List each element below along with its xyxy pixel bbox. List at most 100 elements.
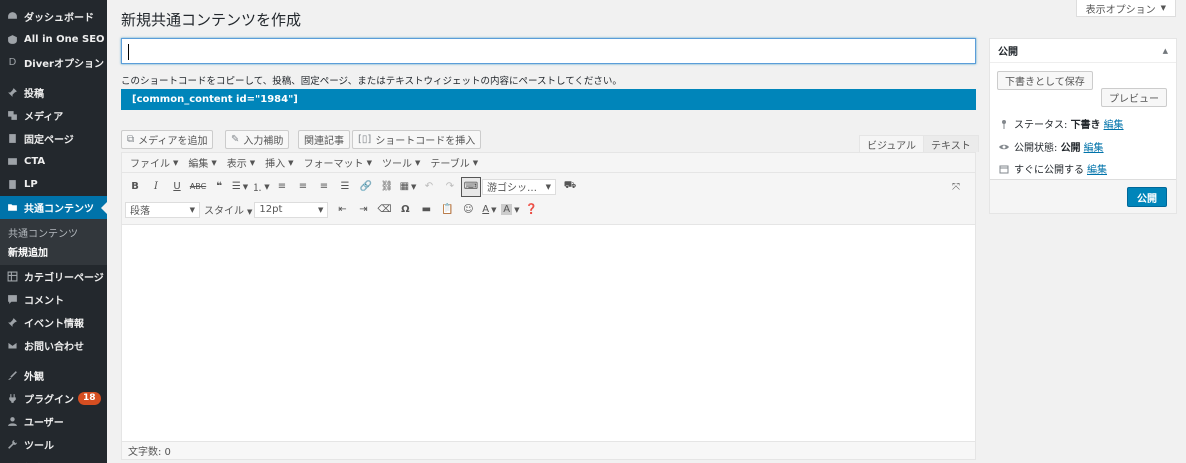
sidebar-item-label: カテゴリーページ xyxy=(24,273,104,284)
font-family-select[interactable]: 游ゴシッ… ▼ xyxy=(482,178,556,195)
bullet-list-icon[interactable]: ☰ ▼ xyxy=(230,177,250,197)
justify-icon[interactable]: ☰ xyxy=(335,177,355,197)
help-icon[interactable]: ❓ xyxy=(521,200,541,220)
undo-icon[interactable]: ↶ xyxy=(419,177,439,197)
shortcode-value[interactable]: [common_content id="1984"] xyxy=(121,89,976,110)
align-right-icon[interactable]: ≡ xyxy=(314,177,334,197)
publish-box-header[interactable]: 公開 ▲ xyxy=(990,39,1176,63)
input-assist-label: 入力補助 xyxy=(243,136,284,147)
visibility-label: 公開状態: xyxy=(1014,143,1058,154)
input-assist-button[interactable]: ✎ 入力補助 xyxy=(225,130,290,149)
menu-file[interactable]: ファイル ▼ xyxy=(125,155,183,171)
indent-icon[interactable]: ⇥ xyxy=(353,200,373,220)
font-size-select[interactable]: 12pt ▼ xyxy=(254,201,329,218)
schedule-row: すぐに公開する 編集 xyxy=(998,161,1107,176)
tab-text[interactable]: テキスト xyxy=(923,135,979,152)
sidebar-item-label: LP xyxy=(24,179,38,190)
strikethrough-icon[interactable]: ABC xyxy=(188,177,208,197)
underline-icon[interactable]: U xyxy=(167,177,187,197)
outdent-icon[interactable]: ⇤ xyxy=(332,200,352,220)
title-input[interactable] xyxy=(121,38,976,64)
sidebar-item-posts[interactable]: 投稿 xyxy=(0,81,107,104)
style-select[interactable]: スタイル ▼ xyxy=(204,202,252,217)
blockquote-icon[interactable]: ❝ xyxy=(209,177,229,197)
sidebar-item-tools[interactable]: ツール xyxy=(0,433,107,456)
paste-text-icon[interactable]: 📋 xyxy=(437,200,457,220)
caret-down-icon: ▼ xyxy=(414,158,421,167)
sidebar-item-label: CTA xyxy=(24,156,46,167)
content-editor: ファイル ▼ 編集 ▼ 表示 ▼ 挿入 ▼ フォーマット ▼ ツール ▼ テーブル ▼ B I… xyxy=(121,152,976,460)
sidebar-item-lp[interactable]: LP xyxy=(0,173,107,196)
sidebar-item-seo[interactable]: All in One SEO xyxy=(0,28,107,51)
sidebar-item-appearance[interactable]: 外観 xyxy=(0,364,107,387)
fullscreen-icon[interactable]: ⤧ xyxy=(946,177,966,197)
link-icon[interactable]: 🔗 xyxy=(356,177,376,197)
publish-button[interactable]: 公開 xyxy=(1127,187,1167,207)
submenu-item-add-new[interactable]: 新規追加 xyxy=(0,242,107,261)
schedule-label: すぐに公開する xyxy=(1014,165,1084,176)
insert-shortcode-button[interactable]: [▯] ショートコードを挿入 xyxy=(352,130,482,149)
sidebar-item-users[interactable]: ユーザー xyxy=(0,410,107,433)
align-center-icon[interactable]: ≡ xyxy=(293,177,313,197)
sidebar-item-common-content[interactable]: 共通コンテンツ xyxy=(0,196,107,219)
page-icon xyxy=(6,133,19,145)
related-posts-button[interactable]: 関連記事 xyxy=(298,130,350,149)
menu-label: フォーマット xyxy=(303,159,364,170)
editor-content-area[interactable] xyxy=(122,225,975,426)
background-color-icon[interactable]: A ▼ xyxy=(500,200,520,220)
unlink-icon[interactable]: ⛓ xyxy=(377,177,397,197)
sidebar-item-label: 共通コンテンツ xyxy=(24,204,94,215)
update-count-badge: 18 xyxy=(78,392,101,405)
italic-icon[interactable]: I xyxy=(146,177,166,197)
sidebar-item-plugins[interactable]: プラグイン 18 xyxy=(0,387,107,410)
format-select[interactable]: 段落 ▼ xyxy=(125,201,200,218)
text-color-icon[interactable]: A ▼ xyxy=(479,200,499,220)
sidebar-item-label: ユーザー xyxy=(24,418,64,429)
edit-status-link[interactable]: 編集 xyxy=(1104,116,1124,131)
align-left-icon[interactable]: ≡ xyxy=(272,177,292,197)
sidebar-item-events[interactable]: イベント情報 xyxy=(0,311,107,334)
keyboard-icon[interactable]: ⌨ xyxy=(461,176,481,197)
edit-visibility-link[interactable]: 編集 xyxy=(1084,139,1104,154)
add-media-button[interactable]: ⧉ メディアを追加 xyxy=(121,130,214,149)
sidebar-item-comments[interactable]: コメント xyxy=(0,288,107,311)
preview-button[interactable]: プレビュー xyxy=(1101,88,1167,107)
submenu-item-common-content[interactable]: 共通コンテンツ xyxy=(0,223,107,242)
emoji-icon[interactable]: ☺ xyxy=(458,200,478,220)
menu-edit[interactable]: 編集 ▼ xyxy=(183,155,221,171)
sidebar-item-cta[interactable]: CTA xyxy=(0,150,107,173)
stamp-icon[interactable]: ⛟ xyxy=(560,177,580,197)
pin-icon xyxy=(998,119,1010,129)
horizontal-rule-icon[interactable]: ▬ xyxy=(416,200,436,220)
sidebar-item-diver[interactable]: D Diverオプション xyxy=(0,51,107,74)
sidebar-item-label: 固定ページ xyxy=(24,135,74,146)
chevron-down-icon: ▼ xyxy=(1160,4,1166,12)
category-icon xyxy=(6,271,19,283)
menu-tools[interactable]: ツール ▼ xyxy=(377,155,425,171)
save-draft-button[interactable]: 下書きとして保存 xyxy=(997,71,1093,90)
edit-schedule-link[interactable]: 編集 xyxy=(1087,161,1107,176)
table-icon[interactable]: ▦ ▼ xyxy=(398,177,418,197)
sidebar-item-media[interactable]: メディア xyxy=(0,104,107,127)
clear-formatting-icon[interactable]: ⌫ xyxy=(374,200,394,220)
sidebar-item-pages[interactable]: 固定ページ xyxy=(0,127,107,150)
shortcode-instructions: このショートコードをコピーして、投稿、固定ページ、またはテキストウィジェットの内… xyxy=(121,76,622,87)
chevron-up-icon[interactable]: ▲ xyxy=(1163,47,1168,55)
menu-table[interactable]: テーブル ▼ xyxy=(425,155,483,171)
status-value: 下書き xyxy=(1070,120,1101,131)
related-posts-label: 関連記事 xyxy=(304,136,344,147)
screen-options-button[interactable]: 表示オプション ▼ xyxy=(1075,0,1176,17)
numbered-list-icon[interactable]: ⒈ ▼ xyxy=(251,177,271,197)
menu-view[interactable]: 表示 ▼ xyxy=(222,155,260,171)
redo-icon[interactable]: ↷ xyxy=(440,177,460,197)
sidebar-item-contact[interactable]: お問い合わせ xyxy=(0,334,107,357)
bold-icon[interactable]: B xyxy=(125,177,145,197)
menu-insert[interactable]: 挿入 ▼ xyxy=(260,155,298,171)
tab-visual[interactable]: ビジュアル xyxy=(859,135,924,152)
sidebar-item-category-page[interactable]: カテゴリーページ xyxy=(0,265,107,288)
special-character-icon[interactable]: Ω xyxy=(395,200,415,220)
appearance-icon xyxy=(6,370,19,382)
sidebar-item-settings[interactable]: 設定 xyxy=(0,456,107,463)
sidebar-item-dashboard[interactable]: ダッシュボード xyxy=(0,5,107,28)
menu-format[interactable]: フォーマット ▼ xyxy=(299,155,377,171)
